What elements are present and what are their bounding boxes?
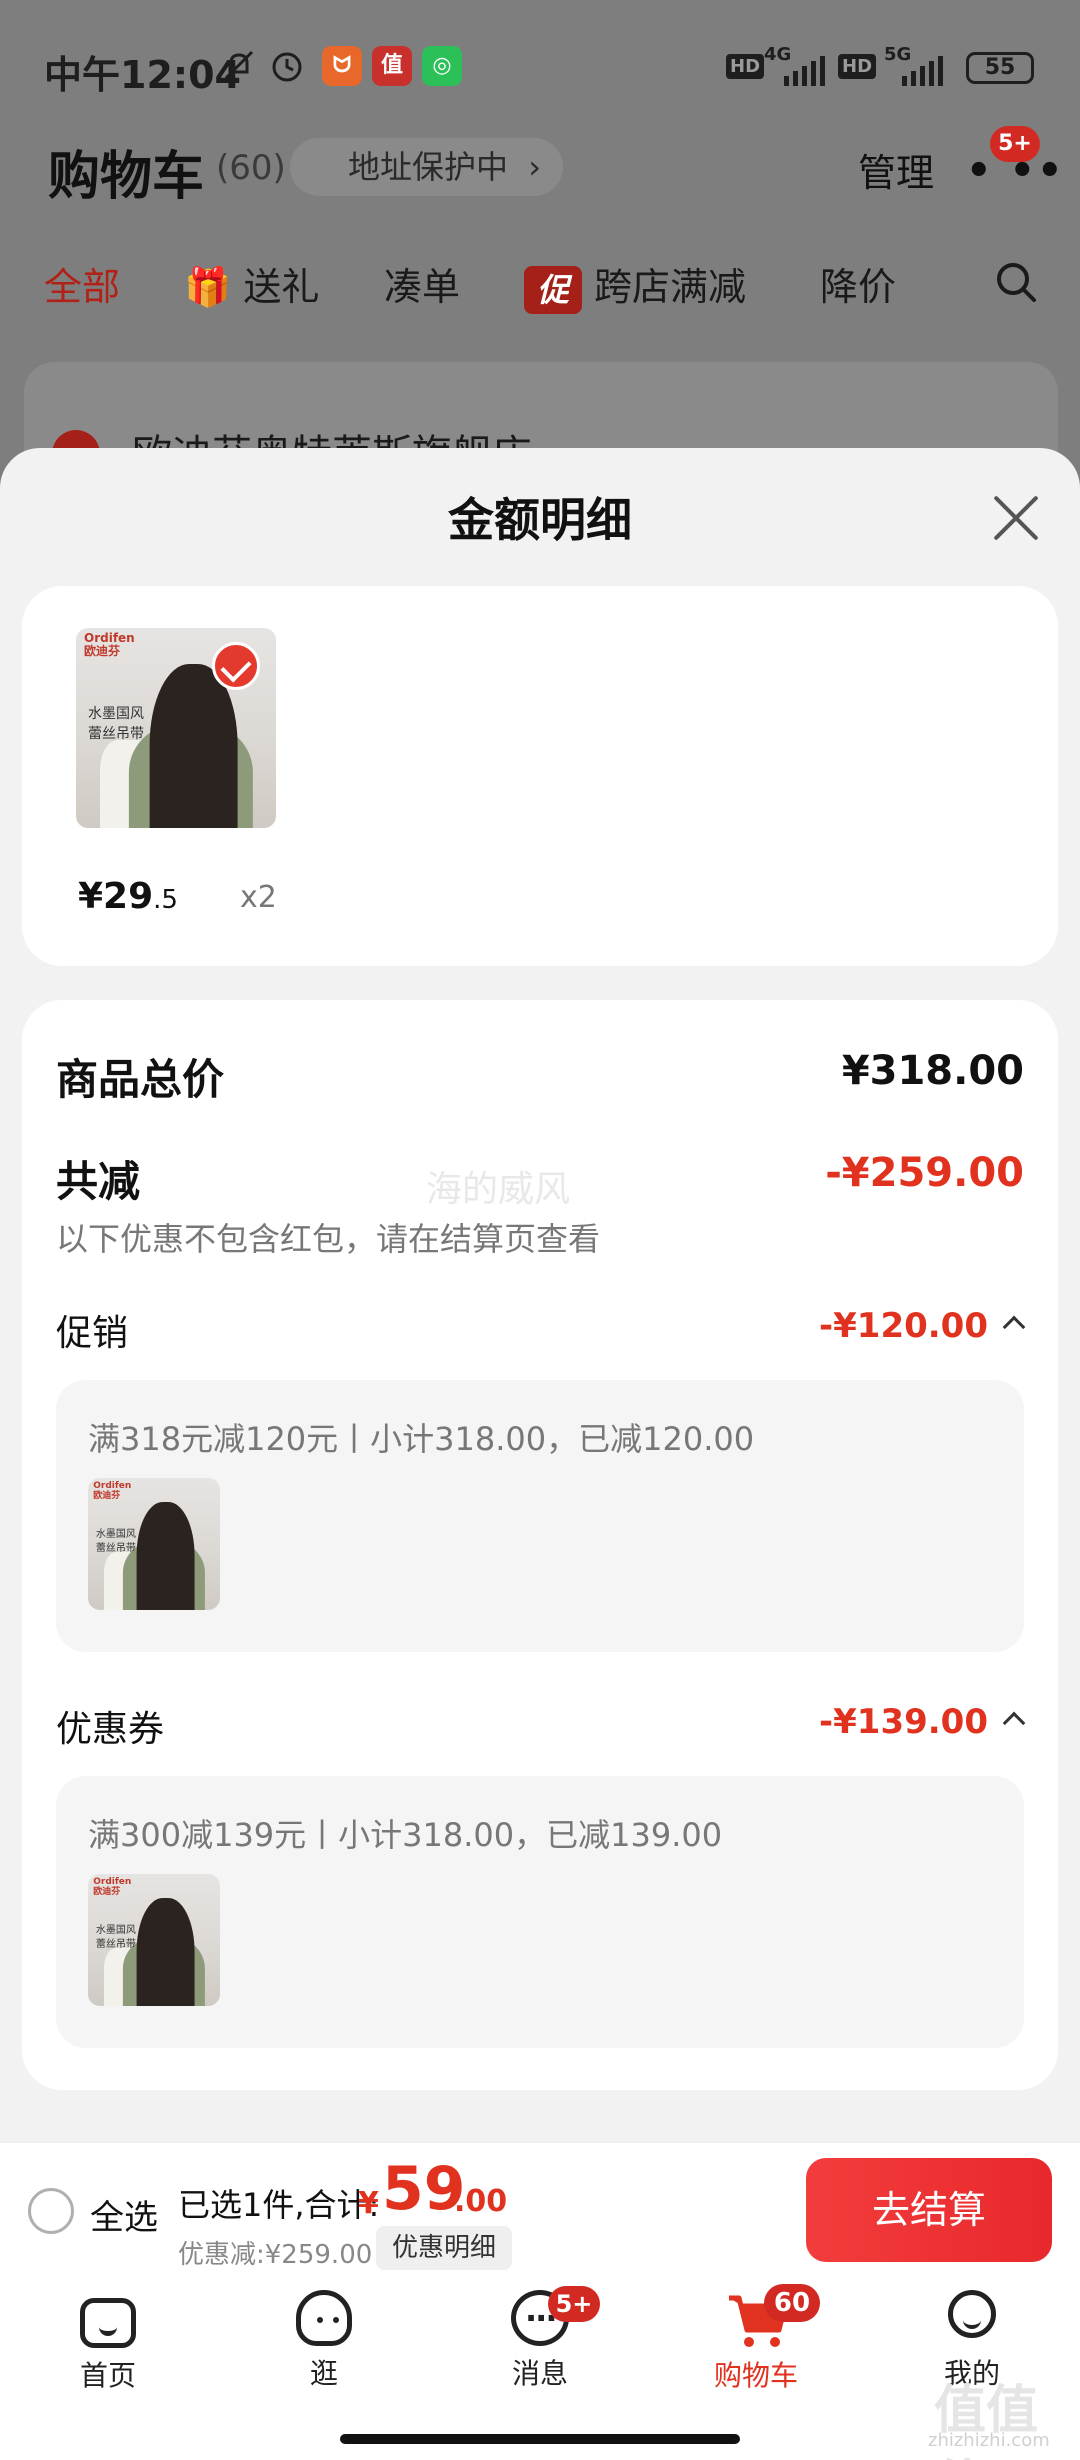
- discount-detail-button[interactable]: 优惠明细: [376, 2226, 513, 2270]
- smzdm-app-icon: 值: [372, 46, 412, 86]
- address-protect-label: 地址保护中: [348, 148, 509, 186]
- coupon-value: -¥139.00: [819, 1702, 988, 1742]
- hd-label-1: HD: [726, 54, 765, 79]
- taobao-app-icon: ᗢ: [322, 46, 362, 86]
- product-price: ¥29.5: [78, 876, 178, 917]
- cart-count: (60): [216, 148, 286, 188]
- nav-browse[interactable]: 逛: [254, 2290, 394, 2392]
- chevron-up-icon: [1002, 1711, 1026, 1735]
- selected-summary: 已选1件,合计:: [178, 2186, 380, 2224]
- search-icon[interactable]: [994, 260, 1038, 308]
- nav-home-label: 首页: [79, 2359, 136, 2392]
- close-icon[interactable]: [990, 492, 1042, 544]
- total-yen-symbol: ¥: [358, 2186, 379, 2221]
- battery-icon: 55: [966, 52, 1034, 84]
- checkout-button[interactable]: 去结算: [806, 2158, 1052, 2262]
- home-icon: [80, 2298, 136, 2348]
- saved-amount: 优惠减:¥259.00: [178, 2240, 373, 2270]
- browse-face-icon: [296, 2290, 352, 2346]
- tab-cross-store-label: 跨店满减: [594, 265, 747, 309]
- signal-icon-1: [782, 56, 828, 90]
- select-all-label[interactable]: 全选: [90, 2190, 158, 2239]
- address-protect-pill[interactable]: 地址保护中 ›: [290, 138, 563, 196]
- home-indicator[interactable]: [340, 2434, 740, 2444]
- signal-icon-2: [900, 56, 946, 90]
- promotion-rule: 满318元减120元丨小计318.00，已减120.00: [88, 1420, 755, 1458]
- watermark-text: 海的威风: [426, 1169, 571, 1210]
- promotion-label: 促销: [56, 1313, 129, 1354]
- promo-tag-icon: 促: [524, 265, 582, 314]
- filter-tabs: 全部 🎁 送礼 凑单 促跨店满减 降价: [0, 256, 1080, 326]
- page-title: 购物车: [48, 147, 205, 207]
- wechat-app-icon: ◎: [422, 46, 462, 86]
- mute-icon: [222, 48, 256, 82]
- total-amount: 59: [382, 2154, 466, 2224]
- coupon-label: 优惠券: [56, 1709, 165, 1750]
- gift-icon: 🎁: [184, 265, 232, 309]
- alarm-icon: [268, 46, 306, 84]
- select-all-radio[interactable]: [28, 2188, 74, 2234]
- selected-check-icon[interactable]: [212, 642, 260, 690]
- discount-total-label: 共减: [56, 1157, 141, 1206]
- chevron-right-icon: ›: [528, 148, 541, 186]
- total-price-label: 商品总价: [56, 1055, 225, 1104]
- tab-cross-store[interactable]: 促跨店满减: [524, 256, 746, 314]
- sheet-title: 金额明细: [448, 493, 632, 547]
- product-brand: Ordifen 欧迪芬: [84, 631, 135, 658]
- corner-watermark-url: zhizhizhi.com: [928, 2430, 1050, 2451]
- coupon-rule: 满300减139元丨小计318.00，已减139.00: [88, 1816, 723, 1854]
- coupon-product-thumb[interactable]: Ordifen 欧迪芬 水墨国风 蕾丝吊带: [88, 1874, 220, 2006]
- tab-gift-label: 送礼: [243, 265, 320, 309]
- total-amount-decimal: .00: [454, 2184, 508, 2219]
- discount-total-value: -¥259.00: [825, 1150, 1024, 1196]
- tab-gift[interactable]: 🎁 送礼: [184, 256, 319, 311]
- cart-badge: 60: [764, 2284, 820, 2322]
- chevron-up-icon: [1002, 1315, 1026, 1339]
- manage-button[interactable]: 管理: [858, 142, 934, 197]
- more-badge: 5+: [990, 126, 1040, 162]
- promotion-value: -¥120.00: [819, 1306, 988, 1346]
- hd-label-2: HD: [838, 54, 877, 79]
- status-time: 中午12:04: [44, 53, 241, 97]
- total-price-value: ¥318.00: [841, 1048, 1024, 1094]
- discount-note: 以下优惠不包含红包，请在结算页查看: [56, 1220, 601, 1258]
- tab-all[interactable]: 全部: [44, 256, 120, 311]
- coupon-toggle[interactable]: -¥139.00: [819, 1702, 1026, 1742]
- product-image-text: 水墨国风 蕾丝吊带: [88, 706, 144, 742]
- tab-combine[interactable]: 凑单: [384, 256, 460, 311]
- nav-messages-label: 消息: [511, 2357, 568, 2390]
- product-quantity: x2: [240, 880, 277, 915]
- promotion-toggle[interactable]: -¥120.00: [819, 1306, 1026, 1346]
- promotion-product-thumb[interactable]: Ordifen 欧迪芬 水墨国风 蕾丝吊带: [88, 1478, 220, 1610]
- tab-price-drop[interactable]: 降价: [820, 256, 896, 311]
- nav-cart-label: 购物车: [713, 2359, 798, 2392]
- user-icon: [948, 2290, 996, 2338]
- messages-badge: 5+: [548, 2286, 600, 2322]
- nav-home[interactable]: 首页: [38, 2290, 178, 2394]
- nav-browse-label: 逛: [309, 2357, 338, 2390]
